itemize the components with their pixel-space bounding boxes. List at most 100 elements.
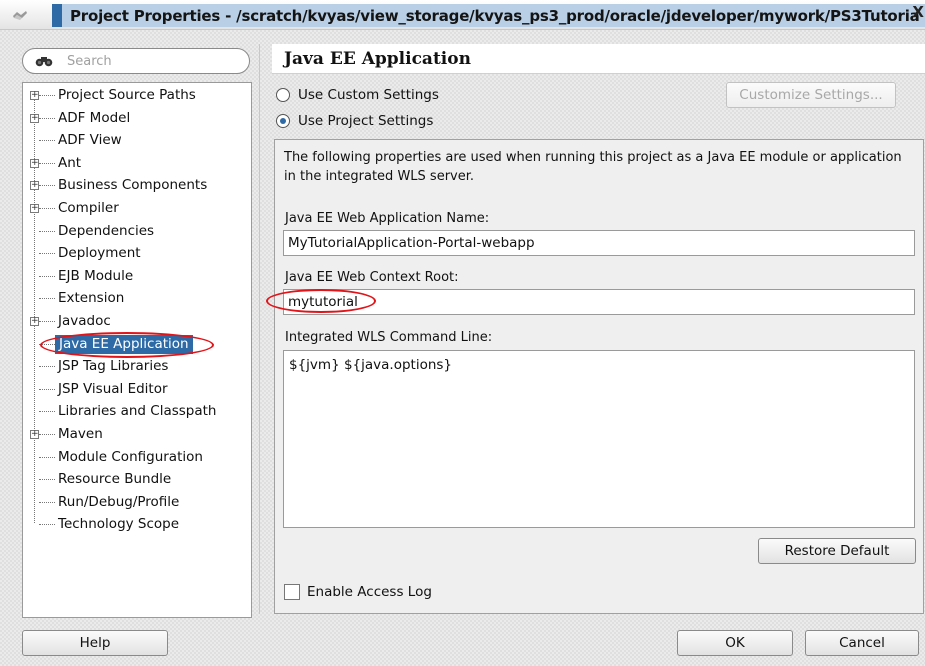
tree-connector (39, 117, 55, 119)
tree-item-label: Run/Debug/Profile (58, 493, 180, 510)
tree-connector (39, 95, 55, 96)
webapp-name-field[interactable]: MyTutorialApplication-Portal-webapp (283, 230, 915, 256)
tree-item-label: EJB Module (58, 267, 134, 284)
tree-item-label: Extension (58, 290, 125, 307)
tree-item[interactable]: + ADF Model (23, 108, 251, 129)
tree-item-label: JSP Visual Editor (58, 380, 168, 397)
enable-access-log-label: Enable Access Log (307, 584, 432, 600)
title-bar: Project Properties - /scratch/kvyas/view… (0, 0, 925, 30)
tree-item[interactable]: + Business Components (23, 175, 251, 196)
category-tree: + Project Source Paths + ADF Model ADF View +… (22, 82, 252, 618)
binoculars-icon (35, 57, 53, 67)
tree-item[interactable]: Deployment (23, 243, 251, 264)
tree-connector (39, 253, 55, 255)
search-input[interactable] (65, 52, 235, 70)
tree-item[interactable]: EJB Module (23, 266, 251, 287)
tree-item-label: Javadoc (58, 313, 111, 329)
pane-divider[interactable] (259, 44, 260, 614)
ok-button[interactable]: OK (677, 630, 793, 656)
help-button[interactable]: Help (22, 630, 168, 656)
enable-access-log-option[interactable]: Enable Access Log (284, 584, 432, 600)
tree-connector (39, 411, 55, 413)
use-custom-settings-radio[interactable] (276, 88, 290, 102)
tree-item-label: Dependencies (58, 222, 155, 239)
search-box[interactable] (22, 48, 250, 74)
tree-item[interactable]: + Project Source Paths (23, 85, 251, 106)
cancel-button[interactable]: Cancel (805, 630, 919, 656)
tree-item-label: Compiler (58, 200, 119, 216)
tree-connector (39, 479, 55, 481)
tree-item[interactable]: Technology Scope (23, 514, 251, 535)
expand-plus-icon[interactable]: + (30, 430, 39, 439)
tree-item-label: JSP Tag Libraries (58, 358, 169, 375)
tree-item[interactable]: + Maven (23, 424, 251, 445)
expand-plus-icon[interactable]: + (30, 158, 39, 168)
tree-connector (39, 501, 55, 503)
webapp-name-label: Java EE Web Application Name: (285, 211, 490, 226)
use-project-settings-radio[interactable] (276, 114, 290, 128)
tree-connector (39, 321, 55, 322)
tree-item[interactable]: Libraries and Classpath (23, 401, 251, 422)
tree-item-label: Module Configuration (58, 448, 203, 465)
context-root-field[interactable]: mytutorial (283, 289, 915, 315)
tree-item[interactable]: + Compiler (23, 198, 251, 219)
tree-item-label: Libraries and Classpath (58, 403, 217, 420)
command-line-textarea[interactable]: ${jvm} ${java.options} (283, 350, 915, 528)
tree-item[interactable]: Java EE Application (23, 334, 251, 355)
use-custom-settings-label: Use Custom Settings (298, 87, 439, 103)
tree-connector (39, 366, 55, 368)
tree-connector (39, 140, 55, 142)
tree-connector (39, 230, 55, 232)
tree-connector (39, 162, 55, 164)
tree-item[interactable]: Extension (23, 288, 251, 309)
tree-connector (39, 275, 55, 277)
tree-connector (39, 208, 55, 209)
close-icon[interactable]: X (912, 3, 924, 21)
restore-default-button[interactable]: Restore Default (758, 538, 916, 564)
description-text: The following properties are used when r… (284, 150, 902, 184)
title-marker (52, 4, 62, 27)
tree-item[interactable]: Resource Bundle (23, 469, 251, 490)
tree-item[interactable]: Run/Debug/Profile (23, 492, 251, 513)
tree-item-label: ADF View (58, 132, 122, 149)
use-project-settings-label: Use Project Settings (298, 113, 434, 129)
expand-plus-icon[interactable]: + (30, 113, 39, 123)
expand-plus-icon[interactable]: + (30, 317, 39, 326)
tree-item-label: Maven (58, 426, 103, 442)
tree-connector (39, 298, 55, 300)
tree-item-label: Technology Scope (58, 516, 180, 533)
expand-plus-icon[interactable]: + (30, 91, 39, 100)
tree-connector (39, 434, 55, 435)
tree-item-label: Java EE Application (55, 334, 193, 354)
tree-connector (39, 524, 55, 526)
customize-settings-button[interactable]: Customize Settings... (726, 82, 896, 108)
panel-title: Java EE Application (272, 44, 925, 74)
tree-item-label: Resource Bundle (58, 471, 172, 488)
jdeveloper-app-icon (13, 11, 27, 20)
tree-item-label: Deployment (58, 245, 141, 262)
tree-connector (39, 343, 55, 345)
project-properties-dialog: Project Properties - /scratch/kvyas/view… (0, 0, 925, 666)
tree-connector (39, 388, 55, 390)
enable-access-log-checkbox[interactable] (284, 584, 300, 600)
tree-connector (39, 456, 55, 458)
window-title: Project Properties - /scratch/kvyas/view… (70, 6, 920, 25)
tree-item[interactable]: ADF View (23, 130, 251, 151)
use-custom-settings-option[interactable]: Use Custom Settings (276, 84, 439, 106)
tree-item-label: ADF Model (58, 109, 131, 126)
tree-item-label: Project Source Paths (58, 87, 196, 103)
command-line-label: Integrated WLS Command Line: (285, 330, 493, 345)
tree-item[interactable]: JSP Tag Libraries (23, 356, 251, 377)
tree-item[interactable]: + Javadoc (23, 311, 251, 332)
tree-item-label: Ant (58, 154, 82, 171)
tree-item[interactable]: Dependencies (23, 221, 251, 242)
use-project-settings-option[interactable]: Use Project Settings (276, 110, 433, 132)
title-highlight: Project Properties - /scratch/kvyas/view… (52, 4, 925, 27)
expand-plus-icon[interactable]: + (30, 181, 39, 191)
tree-item[interactable]: JSP Visual Editor (23, 379, 251, 400)
tree-item[interactable]: Module Configuration (23, 447, 251, 468)
context-root-label: Java EE Web Context Root: (285, 270, 459, 285)
expand-plus-icon[interactable]: + (30, 204, 39, 213)
tree-item-label: Business Components (58, 177, 208, 194)
tree-item[interactable]: + Ant (23, 153, 251, 174)
